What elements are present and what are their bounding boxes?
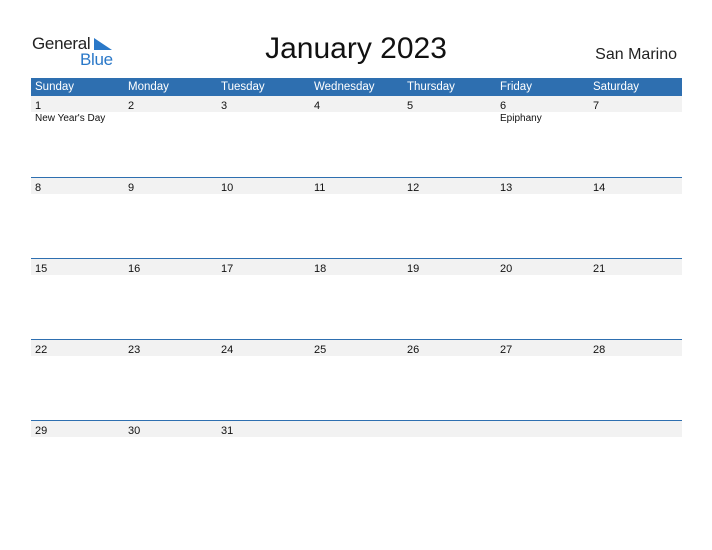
day-number: 12 [407,182,420,194]
day-number: 6 [500,100,507,112]
week-row: 8 9 10 11 12 13 14 [31,177,682,258]
day-number: 20 [500,263,513,275]
date-band: 15 16 17 18 19 20 21 [31,259,682,275]
day-cell: 16 [124,259,217,275]
day-cell: 30 [124,421,217,437]
day-cell: 11 [310,178,403,194]
date-band: 29 30 31 [31,421,682,437]
holiday-label: Epiphany [500,113,542,124]
day-number: 21 [593,263,606,275]
date-band: 1 New Year's Day 2 3 4 5 6 Epiphany 7 [31,96,682,124]
day-cell: 15 [31,259,124,275]
day-number: 3 [221,100,228,112]
calendar-grid: Sunday Monday Tuesday Wednesday Thursday… [31,78,682,501]
day-number: 30 [128,425,141,437]
day-cell: 31 [217,421,310,437]
day-number: 14 [593,182,606,194]
day-cell: 9 [124,178,217,194]
day-cell: 8 [31,178,124,194]
day-number: 17 [221,263,234,275]
day-number: 24 [221,344,234,356]
day-number: 23 [128,344,141,356]
week-row: 29 30 31 [31,420,682,501]
day-number: 16 [128,263,141,275]
day-number: 22 [35,344,48,356]
day-number: 15 [35,263,48,275]
day-number: 11 [314,182,326,194]
weekday-wednesday: Wednesday [314,81,375,93]
day-cell: 3 [217,96,310,112]
day-cell: 20 [496,259,589,275]
day-number: 31 [221,425,234,437]
day-cell: 7 [589,96,682,112]
day-number: 5 [407,100,414,112]
day-number: 27 [500,344,513,356]
day-cell: 28 [589,340,682,356]
day-cell [403,421,496,437]
day-number: 10 [221,182,234,194]
day-number: 25 [314,344,327,356]
day-cell: 25 [310,340,403,356]
weekday-header: Sunday Monday Tuesday Wednesday Thursday… [31,78,682,96]
day-cell: 5 [403,96,496,112]
weekday-thursday: Thursday [407,81,455,93]
day-number: 13 [500,182,513,194]
holiday-label: New Year's Day [35,113,106,124]
date-band: 22 23 24 25 26 27 28 [31,340,682,356]
day-number: 18 [314,263,327,275]
day-cell: 10 [217,178,310,194]
day-cell: 26 [403,340,496,356]
day-cell: 2 [124,96,217,112]
day-number: 9 [128,182,135,194]
week-row: 15 16 17 18 19 20 21 [31,258,682,339]
day-cell: 22 [31,340,124,356]
weekday-tuesday: Tuesday [221,81,265,93]
day-cell [310,421,403,437]
day-number: 19 [407,263,420,275]
day-cell: 21 [589,259,682,275]
day-number: 8 [35,182,42,194]
weekday-sunday: Sunday [35,81,75,93]
day-cell: 29 [31,421,124,437]
day-cell: 27 [496,340,589,356]
weekday-monday: Monday [128,81,169,93]
day-cell: 23 [124,340,217,356]
weekday-saturday: Saturday [593,81,640,93]
day-number: 29 [35,425,48,437]
day-number: 1 [35,100,42,112]
day-cell: 17 [217,259,310,275]
date-band: 8 9 10 11 12 13 14 [31,178,682,194]
weeks-container: 1 New Year's Day 2 3 4 5 6 Epiphany 7 8 9 10 11 12 13 1… [31,96,682,501]
day-number: 4 [314,100,321,112]
day-cell [589,421,682,437]
day-cell: 13 [496,178,589,194]
weekday-friday: Friday [500,81,532,93]
day-cell: 6 Epiphany [496,96,589,124]
day-number: 28 [593,344,606,356]
day-cell: 1 New Year's Day [31,96,124,124]
day-cell: 14 [589,178,682,194]
day-number: 2 [128,100,135,112]
day-cell: 19 [403,259,496,275]
day-cell [496,421,589,437]
week-row: 1 New Year's Day 2 3 4 5 6 Epiphany 7 [31,96,682,177]
day-cell: 24 [217,340,310,356]
country-label: San Marino [595,46,677,63]
day-cell: 12 [403,178,496,194]
day-number: 26 [407,344,420,356]
day-cell: 18 [310,259,403,275]
day-number: 7 [593,100,600,112]
week-row: 22 23 24 25 26 27 28 [31,339,682,420]
day-cell: 4 [310,96,403,112]
